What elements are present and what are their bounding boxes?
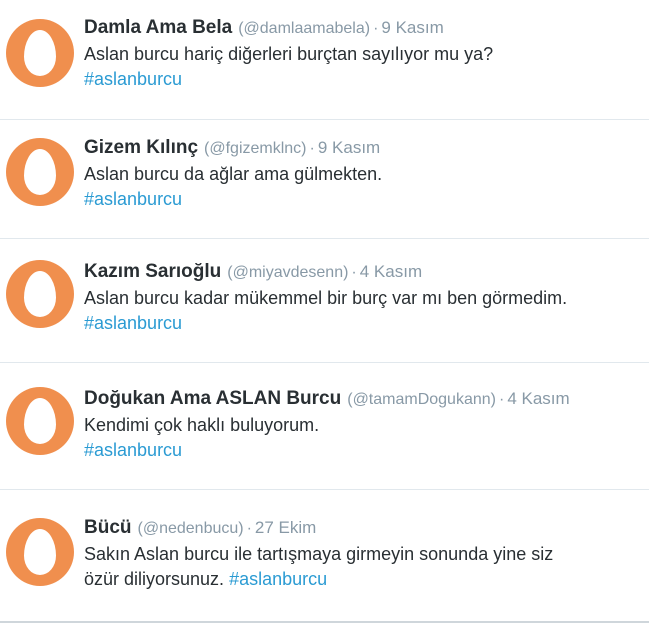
tweet-content: Kazım Sarıoğlu (@miyavdesenn) · 4 Kasım Asl… (84, 260, 641, 336)
egg-avatar-icon (24, 398, 56, 444)
tweet-item[interactable]: Gizem Kılınç (@fgizemklnc) · 9 Kasım Aslan … (0, 120, 649, 239)
hashtag-link[interactable]: #aslanburcu (84, 311, 641, 336)
egg-avatar-icon (24, 149, 56, 195)
tweet-text: Kendimi çok haklı buluyorum. (84, 415, 320, 435)
tweet-timestamp[interactable]: 4 Kasım (507, 389, 569, 408)
separator-dot: · (498, 391, 505, 408)
tweet-item[interactable]: Doğukan Ama ASLAN Burcu (@tamamDogukann) ·… (0, 363, 649, 490)
egg-avatar-icon (24, 529, 56, 575)
tweet-timestamp[interactable]: 9 Kasım (318, 138, 380, 157)
tweet-text: Sakın Aslan burcu ile tartışmaya girmeyi… (84, 542, 641, 592)
tweet-text-line1: Sakın Aslan burcu ile tartışmaya girmeyi… (84, 544, 554, 564)
tweet-content: Gizem Kılınç (@fgizemklnc) · 9 Kasım Aslan … (84, 136, 641, 212)
tweet-header: Bücü (@nedenbucu) · 27 Ekim (84, 516, 641, 540)
avatar[interactable] (6, 518, 74, 586)
egg-avatar-icon (24, 271, 56, 317)
separator-dot: · (351, 264, 357, 281)
tweet-header: Gizem Kılınç (@fgizemklnc) · 9 Kasım (84, 136, 641, 160)
tweet-item[interactable]: Bücü (@nedenbucu) · 27 Ekim Sakın Aslan bur… (0, 490, 649, 623)
egg-avatar-icon (24, 30, 56, 76)
tweet-header: Damla Ama Bela (@damlaamabela) · 9 Kasım (84, 16, 641, 40)
tweet-header: Kazım Sarıoğlu (@miyavdesenn) · 4 Kasım (84, 260, 641, 284)
user-handle[interactable]: (@nedenbucu) (138, 520, 244, 537)
hashtag-link[interactable]: #aslanburcu (229, 569, 327, 589)
user-handle[interactable]: (@damlaamabela) (238, 20, 370, 37)
tweet-header: Doğukan Ama ASLAN Burcu (@tamamDogukann) ·… (84, 387, 641, 411)
tweet-timestamp[interactable]: 4 Kasım (360, 262, 422, 281)
avatar[interactable] (6, 260, 74, 328)
user-name[interactable]: Damla Ama Bela (84, 17, 232, 38)
user-name[interactable]: Kazım Sarıoğlu (84, 261, 221, 282)
tweet-text: Aslan burcu hariç diğerleri burçtan sayı… (84, 44, 494, 64)
tweet-content: Bücü (@nedenbucu) · 27 Ekim Sakın Aslan bur… (84, 516, 641, 592)
tweet-content: Doğukan Ama ASLAN Burcu (@tamamDogukann) ·… (84, 387, 641, 463)
tweet-feed: Damla Ama Bela (@damlaamabela) · 9 Kasım As… (0, 0, 649, 623)
user-name[interactable]: Doğukan Ama ASLAN Burcu (84, 388, 341, 409)
separator-dot: · (246, 520, 252, 537)
tweet-item[interactable]: Damla Ama Bela (@damlaamabela) · 9 Kasım As… (0, 0, 649, 120)
avatar[interactable] (6, 138, 74, 206)
separator-dot: · (309, 140, 315, 157)
tweet-text: Aslan burcu kadar mükemmel bir burç var … (84, 288, 568, 308)
user-handle[interactable]: (@fgizemklnc) (204, 140, 306, 157)
hashtag-link[interactable]: #aslanburcu (84, 438, 641, 463)
avatar[interactable] (6, 19, 74, 87)
tweet-item[interactable]: Kazım Sarıoğlu (@miyavdesenn) · 4 Kasım Asl… (0, 239, 649, 363)
user-handle[interactable]: (@tamamDogukann) (347, 391, 496, 408)
avatar[interactable] (6, 387, 74, 455)
user-name[interactable]: Bücü (84, 517, 132, 538)
hashtag-link[interactable]: #aslanburcu (84, 67, 641, 92)
tweet-text-line2: özür diliyorsunuz. (84, 569, 225, 589)
separator-dot: · (373, 20, 379, 37)
tweet-timestamp[interactable]: 27 Ekim (255, 518, 316, 537)
tweet-timestamp[interactable]: 9 Kasım (381, 18, 443, 37)
tweet-text: Aslan burcu da ağlar ama gülmekten. (84, 164, 383, 184)
hashtag-link[interactable]: #aslanburcu (84, 187, 641, 212)
tweet-content: Damla Ama Bela (@damlaamabela) · 9 Kasım As… (84, 16, 641, 92)
user-handle[interactable]: (@miyavdesenn) (227, 264, 348, 281)
user-name[interactable]: Gizem Kılınç (84, 137, 198, 158)
